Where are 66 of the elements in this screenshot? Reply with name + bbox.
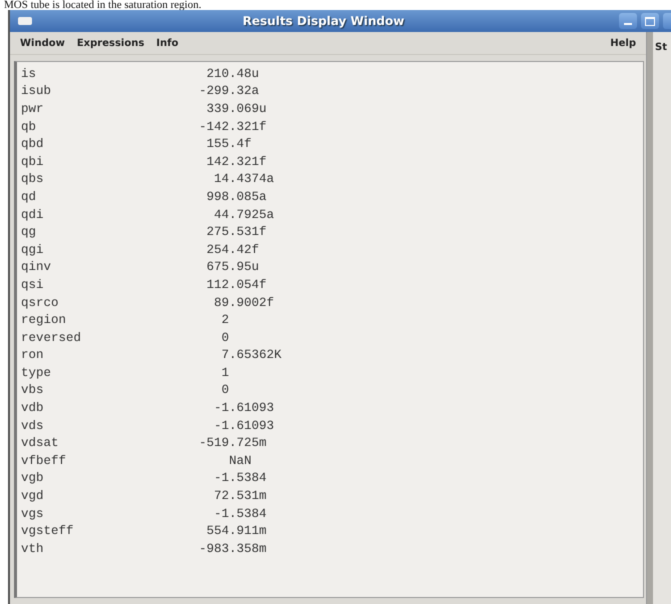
result-value: 112.054f [206, 278, 267, 292]
result-value: 275.531f [206, 225, 267, 240]
window-menu-icon[interactable] [18, 17, 32, 25]
result-value: -1.61093 [214, 401, 274, 416]
window-title: Results Display Window [242, 14, 406, 28]
result-name: pwr [21, 102, 45, 116]
result-name: vbs [21, 383, 45, 398]
result-name: isub [21, 84, 52, 98]
result-value: 254.42f [206, 242, 260, 257]
result-value: 14.4374a [214, 172, 274, 186]
result-name: vfbeff [21, 454, 68, 468]
result-name: qsrco [21, 296, 60, 310]
result-name: type [21, 366, 52, 380]
result-name: qb [21, 120, 38, 134]
result-value: -519.725m [199, 436, 267, 450]
result-value: -142.321f [199, 120, 267, 134]
result-name: qinv [21, 260, 52, 274]
result-name: vdsat [21, 436, 60, 450]
result-value: 0 [222, 383, 230, 398]
result-value: 0 [222, 330, 230, 345]
result-name: qdi [21, 208, 45, 222]
result-value: 7.65362K [222, 348, 282, 362]
result-name: reversed [21, 330, 82, 345]
result-value: 339.069u [206, 102, 267, 116]
result-name: vgd [21, 489, 45, 504]
result-name: qd [21, 190, 38, 204]
result-value: NaN [229, 454, 252, 468]
result-value: -299.32a [199, 84, 260, 98]
menu-item[interactable]: Expressions [76, 36, 144, 50]
result-name: qg [21, 225, 38, 240]
result-name: vgb [21, 471, 45, 486]
result-value: 142.321f [206, 154, 267, 169]
result-name: vdb [21, 401, 45, 416]
result-name: qbd [21, 137, 45, 152]
result-value: 554.911m [206, 524, 267, 538]
result-name: qsi [21, 278, 45, 292]
result-name: vds [21, 418, 45, 433]
result-value: 1 [222, 366, 230, 380]
result-value: 155.4f [206, 137, 252, 152]
result-value: 998.085a [206, 190, 267, 204]
result-value: 89.9002f [214, 296, 274, 310]
panel-label: St [655, 42, 667, 53]
result-name: vgs [21, 506, 45, 521]
result-name: is [21, 66, 38, 81]
menu-item[interactable]: Info [156, 36, 178, 50]
menu-item[interactable]: Window [20, 36, 65, 50]
result-value: 44.7925a [214, 208, 274, 222]
result-value: 210.48u [206, 66, 260, 81]
result-value: -983.358m [199, 542, 267, 556]
maximize-button[interactable] [641, 13, 659, 29]
result-value: 675.95u [206, 260, 260, 274]
result-name: vth [21, 542, 45, 556]
result-name: region [21, 313, 68, 328]
result-value: -1.61093 [214, 418, 274, 433]
result-value: 2 [222, 313, 230, 328]
result-name: ron [21, 348, 45, 362]
minimize-button[interactable] [619, 13, 637, 29]
result-name: qgi [21, 242, 45, 257]
result-name: qbi [21, 154, 45, 169]
result-name: vgsteff [21, 524, 75, 538]
result-value: 72.531m [214, 489, 267, 504]
result-name: qbs [21, 172, 45, 186]
result-value: -1.5384 [214, 471, 267, 486]
result-value: -1.5384 [214, 506, 267, 521]
help-menu[interactable]: Help [610, 36, 636, 50]
document-caption: MOS tube is located in the saturation region. [3, 0, 202, 10]
